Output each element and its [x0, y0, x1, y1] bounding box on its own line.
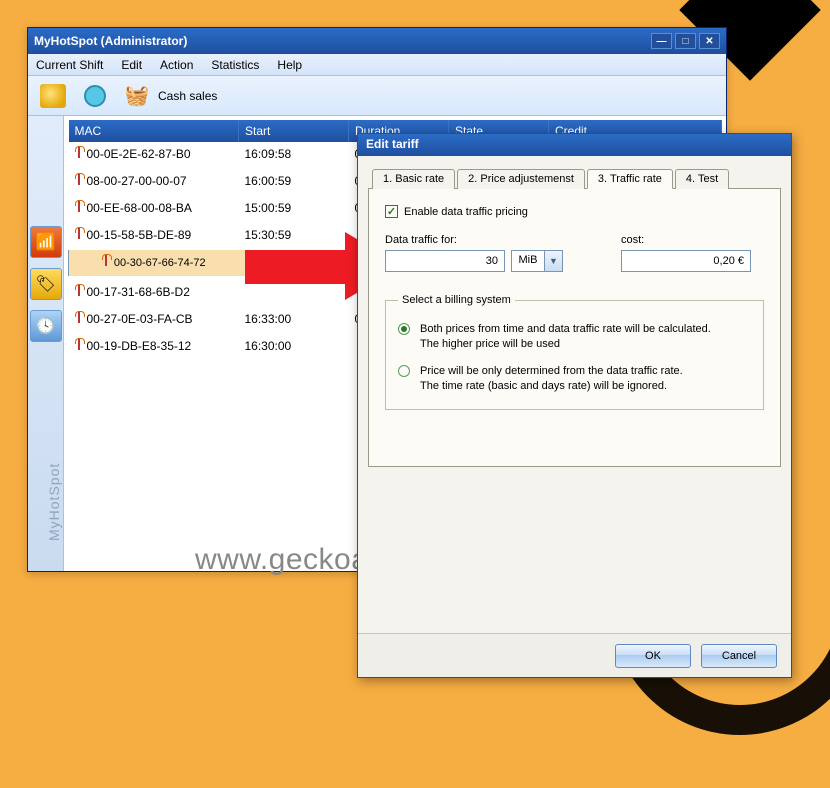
antenna-icon	[75, 146, 83, 158]
cost-input[interactable]	[621, 250, 751, 272]
toolbar-user-button[interactable]	[80, 81, 110, 111]
toolbar-cash-button[interactable]: 🧺	[122, 81, 152, 111]
antenna-icon: 📶	[36, 232, 56, 252]
antenna-icon	[75, 338, 83, 350]
menu-help[interactable]: Help	[277, 58, 302, 72]
antenna-icon	[75, 284, 83, 296]
menu-current-shift[interactable]: Current Shift	[36, 58, 103, 72]
data-traffic-input[interactable]	[385, 250, 505, 272]
sidebar-antenna-button[interactable]: 📶	[30, 226, 62, 258]
tab-basic-rate[interactable]: 1. Basic rate	[372, 169, 455, 189]
enable-traffic-label: Enable data traffic pricing	[404, 206, 528, 218]
enable-traffic-checkbox[interactable]: ✓	[385, 205, 398, 218]
traffic-rate-panel: ✓ Enable data traffic pricing Data traff…	[368, 189, 781, 467]
col-mac[interactable]: MAC	[69, 120, 239, 142]
billing-radio-both[interactable]	[398, 323, 410, 335]
chevron-down-icon[interactable]: ▼	[545, 250, 563, 272]
billing-radio-data-only[interactable]	[398, 365, 410, 377]
billing-radio-both-label: Both prices from time and data traffic r…	[420, 322, 711, 352]
titlebar: MyHotSpot (Administrator) — □ ✕	[28, 28, 726, 54]
sidebar-tags-button[interactable]: 🏷	[30, 268, 62, 300]
billing-legend: Select a billing system	[398, 294, 515, 306]
ok-button[interactable]: OK	[615, 644, 691, 668]
toolbar: 🧺 Cash sales	[28, 76, 726, 116]
tab-test[interactable]: 4. Test	[675, 169, 729, 189]
toolbar-cash-label: Cash sales	[158, 89, 217, 103]
billing-system-fieldset: Select a billing system Both prices from…	[385, 294, 764, 410]
billing-radio-data-only-label: Price will be only determined from the d…	[420, 364, 683, 394]
sidebar-brand: MyHotSpot	[46, 463, 62, 541]
tabs: 1. Basic rate 2. Price adjustemenst 3. T…	[368, 168, 781, 189]
toolbar-coins-button[interactable]	[38, 81, 68, 111]
tags-icon: 🏷	[35, 274, 55, 294]
unit-value: MiB	[511, 250, 545, 272]
maximize-button[interactable]: □	[675, 33, 696, 49]
dialog-title: Edit tariff	[358, 134, 791, 156]
basket-icon: 🧺	[125, 83, 150, 108]
menu-statistics[interactable]: Statistics	[211, 58, 259, 72]
cost-label: cost:	[621, 234, 764, 246]
sidebar-clock-button[interactable]: 🕓	[30, 310, 62, 342]
tab-price-adjust[interactable]: 2. Price adjustemenst	[457, 169, 585, 189]
antenna-icon	[75, 200, 83, 212]
clock-icon: 🕓	[36, 316, 56, 336]
window-title: MyHotSpot (Administrator)	[34, 34, 187, 48]
antenna-icon	[75, 227, 83, 239]
cancel-button[interactable]: Cancel	[701, 644, 777, 668]
col-start[interactable]: Start	[239, 120, 349, 142]
menu-action[interactable]: Action	[160, 58, 193, 72]
menu-edit[interactable]: Edit	[121, 58, 142, 72]
dialog-footer: OK Cancel	[358, 633, 791, 677]
antenna-icon	[102, 254, 110, 266]
antenna-icon	[75, 173, 83, 185]
tab-traffic-rate[interactable]: 3. Traffic rate	[587, 169, 673, 189]
menubar: Current Shift Edit Action Statistics Hel…	[28, 54, 726, 76]
minimize-button[interactable]: —	[651, 33, 672, 49]
close-button[interactable]: ✕	[699, 33, 720, 49]
antenna-icon	[75, 311, 83, 323]
data-traffic-label: Data traffic for:	[385, 234, 595, 246]
unit-select[interactable]: MiB ▼	[511, 250, 563, 272]
user-icon	[84, 85, 106, 107]
edit-tariff-dialog: Edit tariff 1. Basic rate 2. Price adjus…	[357, 133, 792, 678]
coins-icon	[40, 84, 66, 108]
